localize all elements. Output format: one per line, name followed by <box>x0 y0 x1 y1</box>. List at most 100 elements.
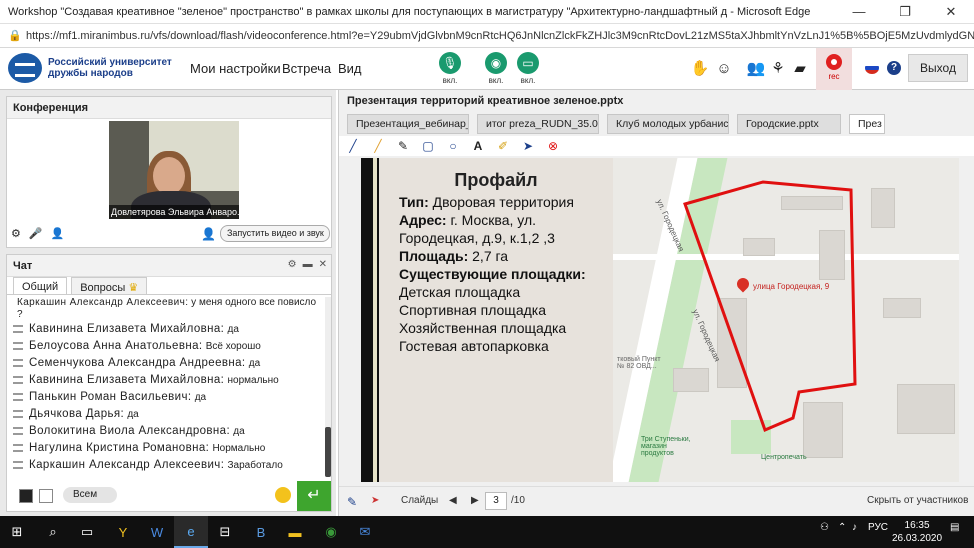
speaker-video[interactable]: Довлетярова Эльвира Анваро... <box>109 121 239 219</box>
hide-from-participants[interactable]: Скрыть от участников <box>867 495 968 506</box>
camera-toggle[interactable]: ◉ вкл. <box>480 52 512 85</box>
presentation-title: Презентация территорий креативное зелено… <box>339 90 974 112</box>
highlighter-icon[interactable]: ╱ <box>372 139 384 153</box>
marker-icon[interactable]: ✎ <box>397 139 409 153</box>
presentation-panel: Презентация территорий креативное зелено… <box>338 90 974 516</box>
background-color-swatch[interactable] <box>39 489 53 503</box>
chat-messages[interactable]: Каркашин Александр Алексеевич: у меня од… <box>7 297 323 477</box>
slides-label[interactable]: Слайды <box>401 495 438 506</box>
chat-scrollbar[interactable] <box>325 297 331 477</box>
yandex-icon[interactable]: Y <box>106 516 140 548</box>
app-b-icon[interactable]: B <box>244 516 278 548</box>
rectangle-icon[interactable]: ▢ <box>422 139 434 153</box>
screen-share-toggle[interactable]: ▭ вкл. <box>512 52 544 85</box>
draw-mode-icon[interactable]: ✎ <box>347 495 357 509</box>
address-bar[interactable]: 🔒 https://mf1.miranimbus.ru/vfs/download… <box>0 24 974 48</box>
tab-questions[interactable]: Вопросы ♛ <box>71 277 148 294</box>
message-icon <box>13 324 23 333</box>
clear-icon[interactable]: ⊗ <box>547 139 559 153</box>
address-label: Адрес: <box>399 212 447 228</box>
menu-meeting[interactable]: Встреча <box>282 61 331 76</box>
user-settings-icon[interactable]: 👤 <box>51 227 65 240</box>
recipient-select[interactable]: Всем <box>63 487 117 503</box>
chat-input-bar: Всем ↵ <box>7 481 331 511</box>
tab-general[interactable]: Общий <box>13 277 68 294</box>
next-slide-button[interactable]: ▶ <box>471 495 479 506</box>
show-hidden-icons[interactable]: ⌃ <box>838 522 846 533</box>
word-icon[interactable]: W <box>140 516 174 548</box>
start-video-select[interactable]: Запустить видео и звук <box>219 225 330 242</box>
file-tab-5[interactable]: През <box>849 114 885 134</box>
pointer-icon[interactable]: ➤ <box>522 139 534 153</box>
close-window-button[interactable]: ✕ <box>928 0 974 24</box>
notifications-icon[interactable]: ▤ <box>950 522 959 533</box>
file-tab-1[interactable]: Презентация_вебинар_К... <box>347 114 469 134</box>
minimize-icon[interactable]: ▬ <box>303 259 313 270</box>
settings-icon[interactable]: ⚙ <box>288 259 297 270</box>
folder-icon[interactable]: ▰ <box>790 59 810 79</box>
microphone-icon: 🎙 <box>439 52 461 74</box>
edge-icon[interactable]: e <box>174 516 208 548</box>
file-tab-4[interactable]: Городские.pptx <box>737 114 841 134</box>
start-icon[interactable]: ⊞ <box>0 516 34 548</box>
task-view-icon[interactable]: ▭ <box>70 516 104 548</box>
mail-icon[interactable]: ✉ <box>348 516 382 548</box>
send-button[interactable]: ↵ <box>297 481 331 511</box>
chat-tabs: Общий Вопросы ♛ <box>7 277 331 295</box>
emoji-icon[interactable] <box>275 487 291 503</box>
clock-time: 16:35 <box>904 520 930 531</box>
message-icon <box>13 358 23 367</box>
help-icon[interactable]: ? <box>887 61 901 75</box>
microphone-settings-icon[interactable]: 🎤 <box>29 227 43 240</box>
language-indicator[interactable]: РУС <box>868 522 888 533</box>
menu-view[interactable]: Вид <box>338 61 362 76</box>
message-text: да <box>248 358 261 369</box>
menu-my-settings[interactable]: Мои настройки <box>190 61 281 76</box>
minimize-button[interactable]: — <box>836 0 882 24</box>
prev-slide-button[interactable]: ◀ <box>449 495 457 506</box>
maximize-button[interactable]: ❐ <box>882 0 928 24</box>
explorer-icon[interactable]: ▬ <box>278 516 312 548</box>
page-number-input[interactable]: 3 <box>485 492 507 510</box>
people-icon[interactable]: ⚇ <box>820 522 829 533</box>
close-icon[interactable]: ✕ <box>319 259 327 270</box>
record-label: rec <box>828 72 840 81</box>
exit-button[interactable]: Выход <box>908 54 968 82</box>
users-icon[interactable]: 👥 <box>746 59 766 79</box>
chat-message: Нагулина Кристина Романовна: Нормально <box>7 440 323 457</box>
url-text[interactable]: https://mf1.miranimbus.ru/vfs/download/f… <box>20 30 974 42</box>
file-tab-2[interactable]: итог preza_RUDN_35.04.0... <box>477 114 599 134</box>
pointer-mode-icon[interactable]: ➤ <box>371 495 379 506</box>
text-color-swatch[interactable] <box>19 489 33 503</box>
university-logo: Российский университет дружбы народов <box>8 53 178 83</box>
slide-canvas[interactable]: Профайл Тип: Дворовая территория Адрес: … <box>361 158 959 482</box>
camera-settings-icon[interactable]: ⚙ <box>11 227 21 240</box>
chrome-icon[interactable]: ◉ <box>314 516 348 548</box>
chat-message: Белоусова Анна Анатольевна: Всё хорошо <box>7 338 323 355</box>
microphone-toggle[interactable]: 🎙 вкл. <box>434 52 466 85</box>
pen-icon[interactable]: ╱ <box>347 139 359 153</box>
emoji-status-icon[interactable]: ☺ <box>714 59 734 79</box>
message-icon <box>13 460 23 469</box>
map-place-3: тковый Пункт № 82 ОВД... <box>617 356 661 370</box>
network-icon[interactable]: ⚘ <box>768 59 788 79</box>
eraser-icon[interactable]: ✐ <box>497 139 509 153</box>
clock[interactable]: 16:35 26.03.2020 <box>892 519 942 545</box>
area-label: Площадь: <box>399 248 469 264</box>
lock-icon[interactable]: 🔒 <box>0 29 22 42</box>
media-start-control: 👤 Запустить видео и звук <box>201 225 330 242</box>
search-icon[interactable]: ⌕ <box>36 516 70 548</box>
screen-share-label: вкл. <box>520 76 536 85</box>
text-tool-icon[interactable]: A <box>472 139 484 153</box>
store-icon[interactable]: ⊟ <box>208 516 242 548</box>
russian-flag-icon[interactable] <box>865 62 879 74</box>
message-author: Семенчукова Александра Андреевна: <box>29 357 246 369</box>
record-button[interactable]: rec <box>816 48 852 90</box>
message-text: да <box>194 392 207 403</box>
scrollbar-thumb[interactable] <box>325 427 331 477</box>
speaker-icon[interactable]: ♪ <box>852 522 857 533</box>
circle-icon[interactable]: ○ <box>447 139 459 153</box>
raise-hand-icon[interactable]: ✋ <box>690 59 710 79</box>
file-tab-3[interactable]: Клуб молодых урбанист... <box>607 114 729 134</box>
windows-taskbar: ⊞ ⌕ ▭ Y W e ⊟ B ▬ ◉ ✉ ⚇ ⌃ ♪ РУС 16:35 26… <box>0 516 974 548</box>
